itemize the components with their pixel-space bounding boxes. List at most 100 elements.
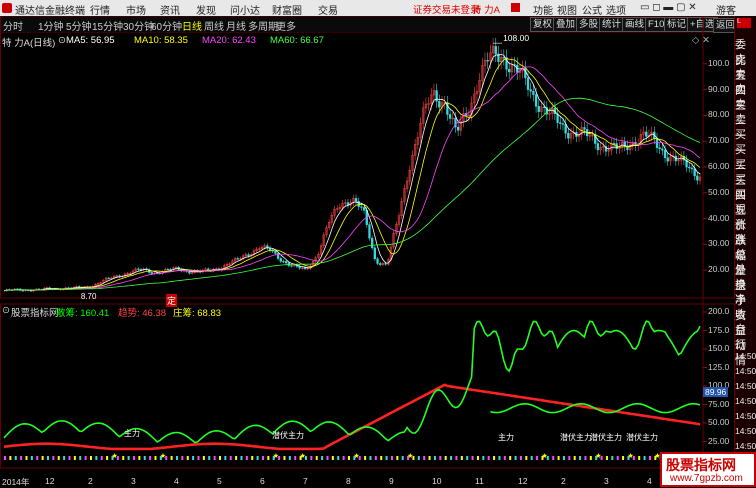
volume-bar — [498, 456, 501, 460]
volume-bar — [240, 456, 243, 460]
price-pane-border — [0, 16, 735, 299]
candle-body — [524, 67, 527, 79]
price-tick-label: 30.00 — [708, 238, 730, 249]
candle-body — [435, 90, 438, 102]
volume-bar — [562, 456, 565, 460]
volume-bar — [46, 456, 49, 460]
time-tick-label: 4 — [174, 476, 179, 486]
menu-view[interactable]: 视图 — [557, 2, 577, 17]
volume-bar — [213, 456, 216, 460]
candle-body — [303, 267, 307, 269]
volume-bar — [568, 456, 571, 460]
candle-body — [354, 198, 358, 202]
quote-panel-item[interactable]: 14:50 — [735, 411, 756, 421]
symbol-flag-icon — [511, 3, 520, 12]
menu-wealth[interactable]: 财富圈 — [272, 2, 302, 17]
menu-quotes[interactable]: 行情 — [90, 2, 110, 17]
quote-panel-item[interactable]: 14:50 — [735, 396, 756, 406]
candle-body — [376, 258, 379, 264]
quote-panel-item[interactable]: 14:50 — [735, 426, 756, 436]
candle-body — [236, 258, 239, 260]
menu-news[interactable]: 资讯 — [160, 2, 180, 17]
menu-ask[interactable]: 问小达 — [230, 2, 260, 17]
volume-bar — [73, 456, 76, 460]
annotation-label: 主力 — [498, 433, 514, 442]
time-tick-label: 3 — [131, 476, 136, 486]
marker-icon: ★ — [353, 452, 359, 460]
candle-body — [564, 124, 567, 134]
marker-icon: ★ — [541, 452, 547, 460]
kline-chart[interactable]: ★ ★ ★ ★ ★ ★ ★ ★ ★ ★ — [0, 16, 735, 476]
watermark-url: www.7gpzb.com — [670, 473, 743, 484]
time-tick-label: 3 — [604, 476, 609, 486]
volume-bar — [536, 456, 539, 460]
volume-bar — [347, 456, 350, 460]
candle-body — [561, 123, 565, 125]
volume-bar — [460, 456, 463, 460]
candle-body — [688, 166, 691, 169]
candle-body — [368, 224, 371, 239]
marker-icon: ★ — [627, 452, 633, 460]
candle-body — [526, 77, 530, 90]
volume-bar — [181, 456, 184, 460]
quote-panel-item[interactable]: 14:50 — [735, 351, 756, 361]
volume-bar — [79, 456, 82, 460]
volume-bar — [487, 456, 490, 460]
candle-body — [279, 258, 282, 262]
volume-bar — [149, 456, 152, 460]
candle-body — [169, 269, 172, 271]
menu-market[interactable]: 市场 — [126, 2, 146, 17]
menu-formula[interactable]: 公式 — [582, 2, 602, 17]
quote-panel-item[interactable]: 14:50 — [735, 441, 756, 451]
candle-body — [166, 269, 170, 271]
time-tick-label: 7 — [303, 476, 308, 486]
window-control-icons[interactable]: ▭ ◻ ▬ ▢ ✕ — [640, 2, 697, 13]
volume-bar — [30, 456, 33, 460]
current-symbol: 特 力A — [472, 5, 500, 16]
menu-trade[interactable]: 交易 — [318, 2, 338, 17]
volume-bar — [267, 456, 270, 460]
candle-body — [559, 122, 562, 124]
volume-bar — [509, 456, 512, 460]
volume-bar — [25, 456, 28, 460]
login-warning[interactable]: 证券交易未登录 — [413, 2, 480, 16]
volume-bar — [202, 456, 205, 460]
indicator-name: 股票指标网 — [11, 308, 59, 319]
guest-user[interactable]: 游客 — [716, 2, 736, 17]
indicator-tick-label: 125.0 — [708, 361, 730, 372]
candle-body — [658, 147, 661, 150]
candle-body — [529, 89, 532, 92]
candle-body — [137, 268, 140, 270]
volume-bar — [175, 456, 178, 460]
volume-bar — [9, 456, 12, 460]
menu-options[interactable]: 选项 — [606, 2, 626, 17]
marker-icon: ★ — [160, 452, 166, 460]
menu-function[interactable]: 功能 — [533, 2, 553, 17]
candle-body — [107, 277, 110, 280]
marker-icon: ★ — [273, 452, 279, 460]
candle-body — [371, 237, 374, 249]
volume-bar — [261, 456, 264, 460]
menu-discover[interactable]: 发现 — [196, 2, 216, 17]
price-tick-label: 40.00 — [708, 212, 730, 223]
ma5-line — [3, 53, 701, 292]
indicator-tick-label: 175.0 — [708, 324, 730, 335]
candle-body — [448, 114, 452, 119]
indicator-toggle-icon[interactable]: ⊙ — [2, 305, 10, 316]
candle-body — [360, 206, 363, 208]
quote-panel-item[interactable]: 14:50 — [735, 366, 756, 376]
volume-bar — [4, 456, 6, 460]
annotation-label: 潜伏主力 — [590, 433, 622, 442]
volume-bar — [331, 456, 334, 460]
volume-bar — [337, 456, 340, 460]
volume-bar — [197, 456, 200, 460]
indicator-tick-label: 50.00 — [708, 417, 730, 427]
volume-bar — [439, 456, 442, 460]
quote-panel-item[interactable]: 14:50 — [735, 381, 756, 391]
indicator-pane-border — [0, 303, 735, 469]
volume-bar — [294, 456, 297, 460]
candle-body — [285, 261, 288, 264]
volume-bar — [154, 456, 157, 460]
candle-body — [486, 60, 489, 62]
volume-bar — [519, 456, 522, 460]
